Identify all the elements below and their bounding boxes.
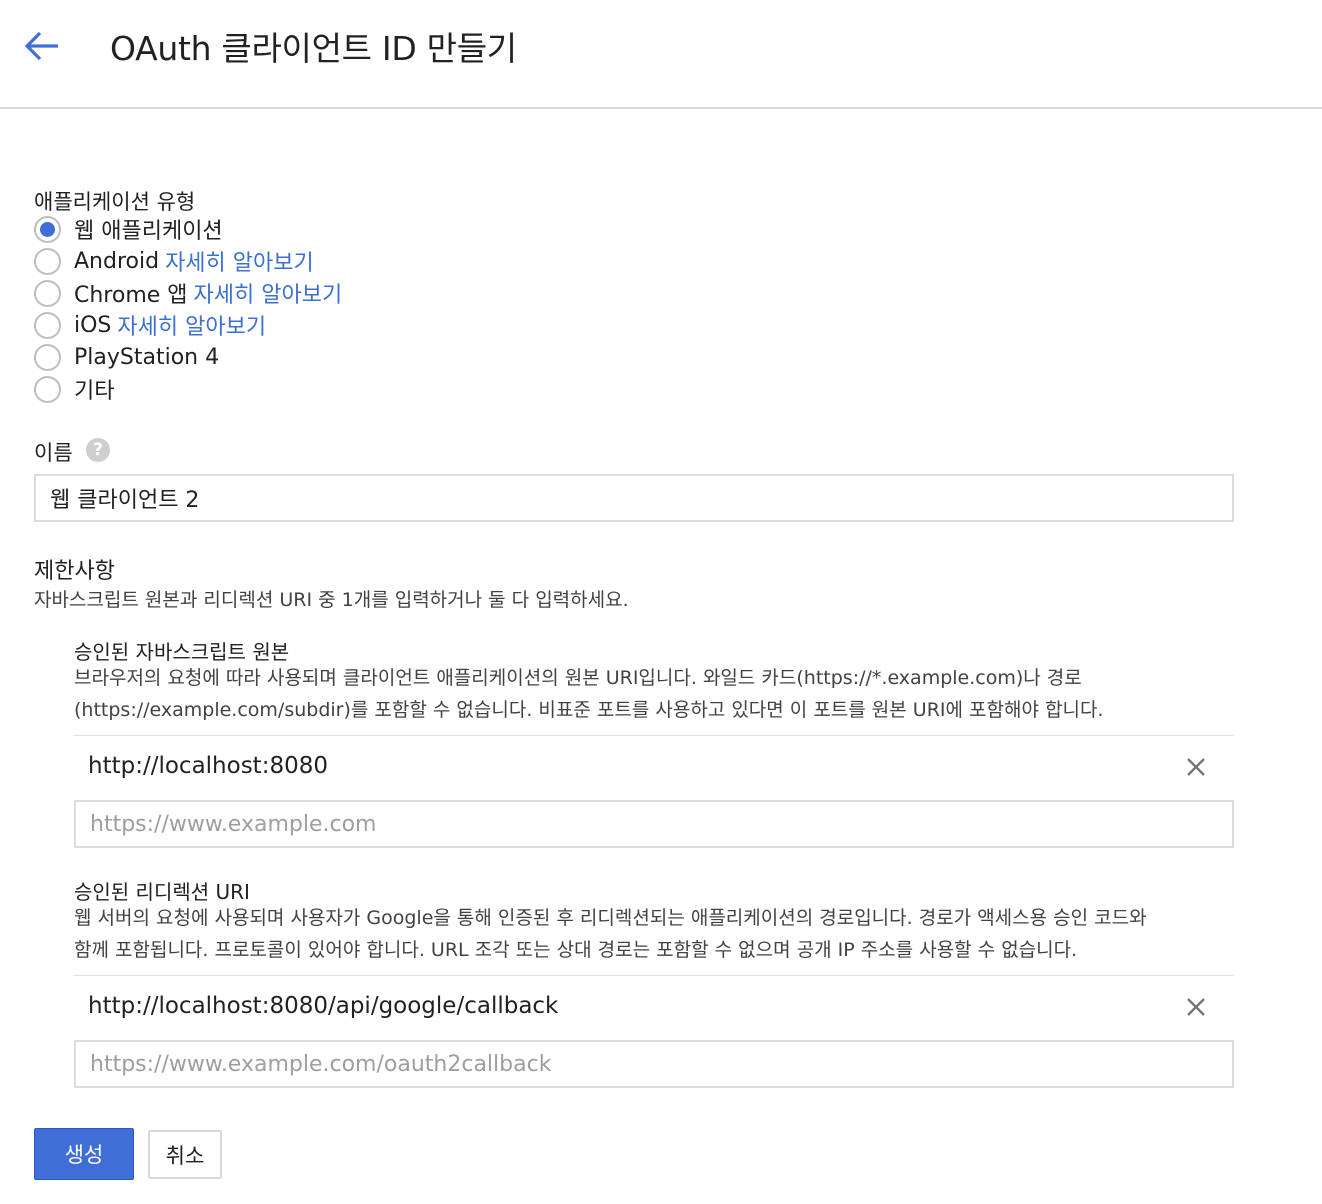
name-input[interactable] xyxy=(50,476,1232,520)
redirect-uri-input-wrapper xyxy=(74,1040,1234,1088)
arrow-left-icon xyxy=(24,31,58,61)
radio-label: iOS xyxy=(74,312,112,338)
radio-label: Chrome 앱 xyxy=(74,283,188,308)
radio-label: 기타 xyxy=(74,379,115,404)
radio-button[interactable] xyxy=(34,343,61,371)
radio-web-application[interactable]: 웹 애플리케이션 xyxy=(34,214,223,244)
radio-button[interactable] xyxy=(34,279,61,307)
radio-button[interactable] xyxy=(34,311,61,339)
back-button[interactable] xyxy=(22,26,62,66)
radio-label: 웹 애플리케이션 xyxy=(74,219,223,244)
redirect-uris-description-line1: 웹 서버의 요청에 사용되며 사용자가 Google을 통해 인증된 후 리디렉… xyxy=(74,907,1147,929)
redirect-uri-input[interactable] xyxy=(90,1042,1232,1086)
cancel-button[interactable]: 취소 xyxy=(148,1130,222,1179)
question-mark-icon[interactable]: ? xyxy=(86,438,110,462)
close-icon xyxy=(1187,758,1205,776)
radio-button[interactable] xyxy=(34,247,61,275)
js-origin-input-wrapper xyxy=(74,800,1234,848)
radio-playstation-4[interactable]: PlayStation 4 xyxy=(34,342,219,372)
radio-label: PlayStation 4 xyxy=(74,344,220,370)
learn-more-link-chrome[interactable]: 자세히 알아보기 xyxy=(194,277,343,309)
divider xyxy=(74,735,1234,736)
radio-button[interactable] xyxy=(34,375,61,403)
radio-chrome-app[interactable]: Chrome 앱 자세히 알아보기 xyxy=(34,278,342,308)
js-origins-description-line2: (https://example.com/subdir)를 포함할 수 없습니다… xyxy=(74,699,1104,721)
radio-ios[interactable]: iOS 자세히 알아보기 xyxy=(34,310,266,340)
js-origin-entry: http://localhost:8080 xyxy=(74,737,1234,799)
page-title: OAuth 클라이언트 ID 만들기 xyxy=(110,29,517,68)
js-origins-description-line1: 브라우저의 요청에 따라 사용되며 클라이언트 애플리케이션의 원본 URI입니… xyxy=(74,667,1082,689)
redirect-uri-entry: http://localhost:8080/api/google/callbac… xyxy=(74,977,1234,1039)
app-type-label: 애플리케이션 유형 xyxy=(34,190,196,214)
radio-button[interactable] xyxy=(34,215,61,243)
learn-more-link-android[interactable]: 자세히 알아보기 xyxy=(165,245,314,277)
create-button[interactable]: 생성 xyxy=(34,1128,134,1180)
close-icon xyxy=(1187,998,1205,1016)
name-input-wrapper xyxy=(34,474,1234,522)
restrictions-title: 제한사항 xyxy=(34,559,115,584)
remove-redirect-uri-button[interactable] xyxy=(1184,995,1208,1019)
js-origin-input[interactable] xyxy=(90,802,1232,846)
redirect-uris-label: 승인된 리디렉션 URI xyxy=(74,880,250,904)
redirect-uris-description-line2: 함께 포함됩니다. 프로토콜이 있어야 합니다. URL 조각 또는 상대 경로… xyxy=(74,939,1078,961)
page-header: OAuth 클라이언트 ID 만들기 xyxy=(0,0,1322,109)
js-origins-label: 승인된 자바스크립트 원본 xyxy=(74,640,290,664)
name-label: 이름 xyxy=(34,441,73,465)
radio-other[interactable]: 기타 xyxy=(34,374,114,404)
restrictions-description: 자바스크립트 원본과 리디렉션 URI 중 1개를 입력하거나 둘 다 입력하세… xyxy=(34,589,629,611)
remove-js-origin-button[interactable] xyxy=(1184,755,1208,779)
divider xyxy=(74,975,1234,976)
radio-android[interactable]: Android 자세히 알아보기 xyxy=(34,246,314,276)
js-origin-value: http://localhost:8080 xyxy=(88,753,328,779)
learn-more-link-ios[interactable]: 자세히 알아보기 xyxy=(117,309,266,341)
radio-label: Android xyxy=(74,248,160,274)
redirect-uri-value: http://localhost:8080/api/google/callbac… xyxy=(88,993,559,1019)
